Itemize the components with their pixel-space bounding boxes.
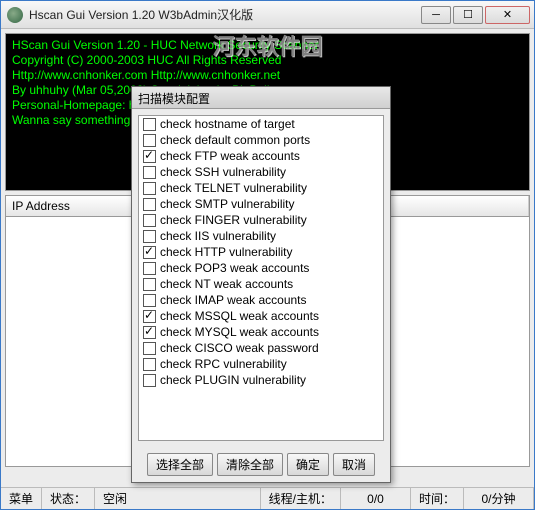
module-label: check IMAP weak accounts [160, 293, 307, 307]
checkbox[interactable] [143, 310, 156, 323]
module-label: check HTTP vulnerability [160, 245, 293, 259]
status-state-label: 状态： [42, 488, 95, 509]
status-state-value: 空闲 [95, 488, 261, 509]
status-time-label: 时间： [411, 488, 464, 509]
checkbox[interactable] [143, 214, 156, 227]
module-label: check TELNET vulnerability [160, 181, 307, 195]
select-all-button[interactable]: 选择全部 [147, 453, 213, 476]
ok-button[interactable]: 确定 [287, 453, 329, 476]
checkbox[interactable] [143, 374, 156, 387]
module-label: check PLUGIN vulnerability [160, 373, 306, 387]
console-line: Http://www.cnhonker.com Http://www.cnhon… [12, 68, 523, 83]
status-threads-label: 线程/主机： [261, 488, 341, 509]
minimize-button[interactable]: ─ [421, 6, 451, 24]
console-line: Copyright (C) 2000-2003 HUC All Rights R… [12, 53, 523, 68]
module-item[interactable]: check SMTP vulnerability [139, 196, 383, 212]
module-item[interactable]: check FTP weak accounts [139, 148, 383, 164]
checkbox[interactable] [143, 118, 156, 131]
module-item[interactable]: check RPC vulnerability [139, 356, 383, 372]
module-label: check hostname of target [160, 117, 295, 131]
module-label: check CISCO weak password [160, 341, 319, 355]
module-checklist[interactable]: check hostname of target check default co… [138, 115, 384, 441]
status-time-value: 0/分钟 [464, 488, 534, 509]
status-threads-value: 0/0 [341, 488, 411, 509]
window-title: Hscan Gui Version 1.20 W3bAdmin汉化版 [29, 6, 421, 23]
module-item[interactable]: check NT weak accounts [139, 276, 383, 292]
checkbox[interactable] [143, 246, 156, 259]
app-icon [7, 7, 23, 23]
module-label: check default common ports [160, 133, 310, 147]
dialog-title[interactable]: 扫描模块配置 [132, 87, 390, 109]
module-label: check SSH vulnerability [160, 165, 286, 179]
checkbox[interactable] [143, 230, 156, 243]
module-label: check SMTP vulnerability [160, 197, 295, 211]
module-item[interactable]: check MSSQL weak accounts [139, 308, 383, 324]
scan-module-dialog[interactable]: 扫描模块配置 check hostname of target check def… [131, 86, 391, 483]
module-label: check NT weak accounts [160, 277, 293, 291]
module-item[interactable]: check IIS vulnerability [139, 228, 383, 244]
module-item[interactable]: check FINGER vulnerability [139, 212, 383, 228]
checkbox[interactable] [143, 358, 156, 371]
dialog-buttons: 选择全部 清除全部 确定 取消 [132, 447, 390, 482]
status-menu[interactable]: 菜单 [1, 488, 42, 509]
module-label: check POP3 weak accounts [160, 261, 309, 275]
module-item[interactable]: check hostname of target [139, 116, 383, 132]
maximize-button[interactable]: ☐ [453, 6, 483, 24]
checkbox[interactable] [143, 134, 156, 147]
checkbox[interactable] [143, 262, 156, 275]
module-label: check MYSQL weak accounts [160, 325, 319, 339]
checkbox[interactable] [143, 294, 156, 307]
checkbox[interactable] [143, 166, 156, 179]
module-item[interactable]: check default common ports [139, 132, 383, 148]
module-item[interactable]: check IMAP weak accounts [139, 292, 383, 308]
module-label: check FTP weak accounts [160, 149, 300, 163]
checkbox[interactable] [143, 198, 156, 211]
clear-all-button[interactable]: 清除全部 [217, 453, 283, 476]
checkbox[interactable] [143, 150, 156, 163]
titlebar[interactable]: Hscan Gui Version 1.20 W3bAdmin汉化版 ─ ☐ ✕ [1, 1, 534, 29]
module-item[interactable]: check CISCO weak password [139, 340, 383, 356]
cancel-button[interactable]: 取消 [333, 453, 375, 476]
window-controls: ─ ☐ ✕ [421, 6, 530, 24]
module-item[interactable]: check TELNET vulnerability [139, 180, 383, 196]
module-label: check IIS vulnerability [160, 229, 276, 243]
module-item[interactable]: check HTTP vulnerability [139, 244, 383, 260]
module-label: check FINGER vulnerability [160, 213, 307, 227]
module-item[interactable]: check MYSQL weak accounts [139, 324, 383, 340]
checkbox[interactable] [143, 342, 156, 355]
checkbox[interactable] [143, 278, 156, 291]
statusbar: 菜单 状态： 空闲 线程/主机： 0/0 时间： 0/分钟 [1, 487, 534, 509]
module-item[interactable]: check PLUGIN vulnerability [139, 372, 383, 388]
checkbox[interactable] [143, 326, 156, 339]
module-item[interactable]: check SSH vulnerability [139, 164, 383, 180]
module-item[interactable]: check POP3 weak accounts [139, 260, 383, 276]
checkbox[interactable] [143, 182, 156, 195]
module-label: check MSSQL weak accounts [160, 309, 319, 323]
module-label: check RPC vulnerability [160, 357, 287, 371]
console-line: HScan Gui Version 1.20 - HUC Network Sec… [12, 38, 523, 53]
close-button[interactable]: ✕ [485, 6, 530, 24]
